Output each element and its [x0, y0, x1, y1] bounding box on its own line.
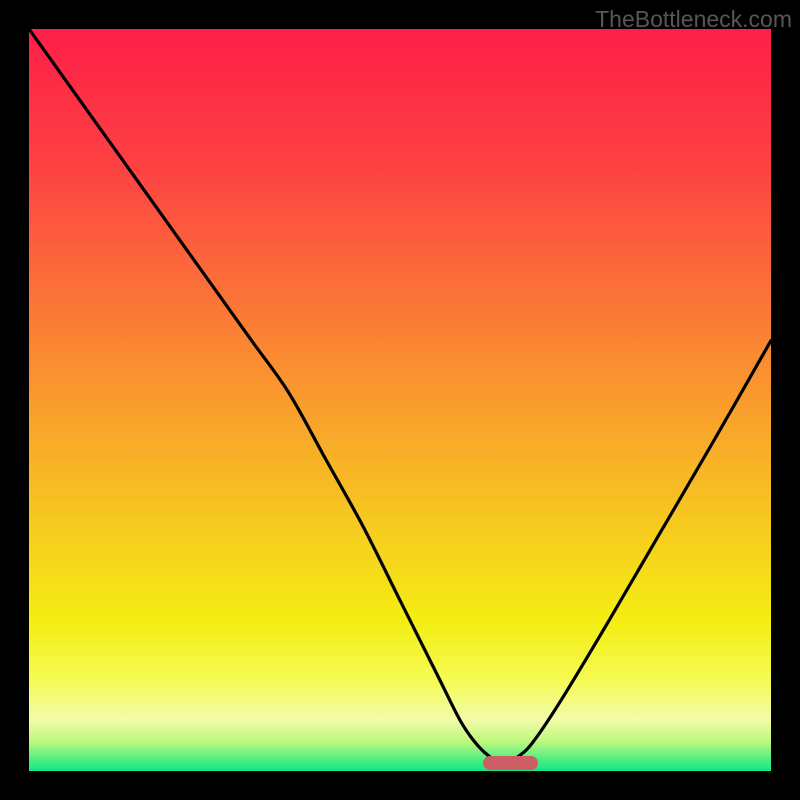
optimal-marker [483, 756, 538, 770]
watermark-text: TheBottleneck.com [595, 6, 792, 33]
plot-area [29, 29, 771, 771]
curve-path [29, 29, 771, 764]
bottleneck-curve [29, 29, 771, 771]
chart-container: TheBottleneck.com [0, 0, 800, 800]
